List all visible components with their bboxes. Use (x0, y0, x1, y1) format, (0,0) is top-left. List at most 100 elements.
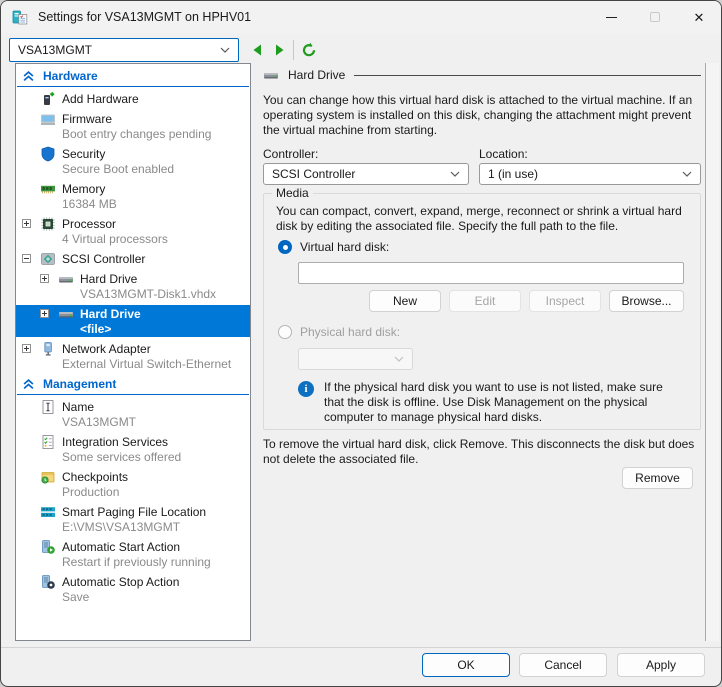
tree-item-row[interactable]: Automatic Start Action (16, 538, 250, 555)
cancel-button[interactable]: Cancel (519, 653, 607, 677)
chevron-down-icon (394, 356, 404, 362)
tree-expander-plus-icon[interactable] (40, 309, 58, 318)
close-icon: ✕ (694, 11, 705, 24)
media-group-label: Media (272, 186, 313, 200)
media-groupbox: Media You can compact, convert, expand, … (263, 193, 701, 430)
sidebar-item-automatic-stop-action[interactable]: Automatic Stop ActionSave (16, 573, 250, 605)
navigate-previous-button[interactable] (250, 42, 266, 58)
tree-item-label: Security (62, 147, 105, 161)
location-combobox[interactable]: 1 (in use) (479, 163, 701, 185)
tree-item-label: Hard Drive (80, 272, 137, 286)
tree-item-row[interactable]: Name (16, 398, 250, 415)
tree-item-row[interactable]: Integration Services (16, 433, 250, 450)
browse-button[interactable]: Browse... (609, 290, 684, 312)
sidebar-section-hardware[interactable]: Hardware (17, 67, 249, 87)
tree-item-row[interactable]: Memory (16, 180, 250, 197)
tree-item-subtitle: Restart if previously running (16, 555, 250, 570)
tree-item-row[interactable]: Smart Paging File Location (16, 503, 250, 520)
controller-value: SCSI Controller (272, 167, 450, 181)
collapse-chevron-icon[interactable] (23, 71, 34, 82)
remove-button[interactable]: Remove (622, 467, 693, 489)
controller-combobox[interactable]: SCSI Controller (263, 163, 469, 185)
tree-item-subtitle: Secure Boot enabled (16, 162, 250, 177)
tree-item-row[interactable]: SCSI Controller (16, 250, 250, 267)
sidebar-item-hard-drive[interactable]: Hard DriveVSA13MGMT-Disk1.vhdx (16, 270, 250, 302)
collapse-chevron-icon[interactable] (23, 379, 34, 390)
settings-window: Settings for VSA13MGMT on HPHV01 ✕ VSA13… (0, 0, 722, 687)
tree-item-row[interactable]: Processor (16, 215, 250, 232)
sidebar-item-name[interactable]: NameVSA13MGMT (16, 398, 250, 430)
tree-item-subtitle: Save (16, 590, 250, 605)
controller-label: Controller: (263, 147, 318, 161)
tree-item-label: Firmware (62, 112, 112, 126)
tree-expander-plus-icon[interactable] (22, 219, 40, 228)
tree-item-subtitle: Boot entry changes pending (16, 127, 250, 142)
ok-button[interactable]: OK (422, 653, 510, 677)
processor-icon (40, 216, 56, 232)
sidebar-item-smart-paging-file-location[interactable]: Smart Paging File LocationE:\VMS\VSA13MG… (16, 503, 250, 535)
info-text: If the physical hard disk you want to us… (324, 380, 686, 425)
new-button[interactable]: New (369, 290, 441, 312)
tree-expander-plus-icon[interactable] (40, 274, 58, 283)
vm-selector-combobox[interactable]: VSA13MGMT (9, 38, 239, 62)
close-button[interactable]: ✕ (677, 1, 721, 33)
hyperv-settings-icon (12, 9, 28, 25)
sidebar-item-processor[interactable]: Processor4 Virtual processors (16, 215, 250, 247)
tree-item-row[interactable]: Automatic Stop Action (16, 573, 250, 590)
media-text: You can compact, convert, expand, merge,… (276, 204, 690, 234)
tree-item-subtitle: Production (16, 485, 250, 500)
tree-item-subtitle: Some services offered (16, 450, 250, 465)
tree-item-row[interactable]: Network Adapter (16, 340, 250, 357)
tree-item-row[interactable]: Hard Drive (16, 270, 250, 287)
tree-item-row[interactable]: Security (16, 145, 250, 162)
refresh-button[interactable] (301, 42, 317, 58)
integration-services-icon (40, 434, 56, 450)
hard-drive-icon (58, 306, 74, 322)
chevron-down-icon (450, 171, 460, 177)
sidebar-item-checkpoints[interactable]: CheckpointsProduction (16, 468, 250, 500)
tree-item-label: Memory (62, 182, 105, 196)
tree-expander-plus-icon[interactable] (22, 344, 40, 353)
security-icon (40, 146, 56, 162)
tree-item-label: Name (62, 400, 94, 414)
tree-item-label: Add Hardware (62, 92, 139, 106)
pane-title: Hard Drive (288, 68, 345, 82)
sidebar-item-security[interactable]: SecuritySecure Boot enabled (16, 145, 250, 177)
vm-selector-value: VSA13MGMT (18, 43, 220, 57)
tree-item-subtitle: 4 Virtual processors (16, 232, 250, 247)
sidebar-item-scsi-controller[interactable]: SCSI Controller (16, 250, 250, 267)
minimize-button[interactable] (589, 1, 633, 33)
pane-scrollbar-track[interactable] (705, 63, 719, 641)
vhd-path-input[interactable] (298, 262, 684, 284)
tree-item-row[interactable]: Hard Drive (16, 305, 250, 322)
minimize-icon (606, 17, 617, 18)
physical-disk-combobox (298, 348, 413, 370)
intro-text: You can change how this virtual hard dis… (263, 93, 707, 138)
tree-item-row[interactable]: Add Hardware (16, 90, 250, 107)
chevron-down-icon (682, 171, 692, 177)
navigate-next-button[interactable] (271, 42, 287, 58)
maximize-icon (650, 12, 660, 22)
apply-button[interactable]: Apply (617, 653, 705, 677)
sidebar-item-integration-services[interactable]: Integration ServicesSome services offere… (16, 433, 250, 465)
sidebar-item-memory[interactable]: Memory16384 MB (16, 180, 250, 212)
radio-selected-icon (278, 240, 292, 254)
sidebar-section-management[interactable]: Management (17, 375, 249, 395)
sidebar-item-automatic-start-action[interactable]: Automatic Start ActionRestart if previou… (16, 538, 250, 570)
name-icon (40, 399, 56, 415)
tree-item-subtitle: VSA13MGMT (16, 415, 250, 430)
tree-item-row[interactable]: Checkpoints (16, 468, 250, 485)
tree-item-row[interactable]: Firmware (16, 110, 250, 127)
sidebar-item-add-hardware[interactable]: Add Hardware (16, 90, 250, 107)
sidebar-item-hard-drive[interactable]: Hard Drive<file> (16, 305, 250, 337)
virtual-hard-disk-radio[interactable]: Virtual hard disk: (278, 240, 389, 254)
auto-start-icon (40, 539, 56, 555)
sidebar-item-firmware[interactable]: FirmwareBoot entry changes pending (16, 110, 250, 142)
tree-expander-minus-icon[interactable] (22, 254, 40, 263)
info-icon: i (298, 381, 314, 397)
sidebar-item-network-adapter[interactable]: Network AdapterExternal Virtual Switch-E… (16, 340, 250, 372)
chevron-down-icon (220, 47, 230, 53)
hardware-tree: Hardware Add Hardware FirmwareBoot entry c… (15, 63, 251, 641)
firmware-icon (40, 111, 56, 127)
header-rule (354, 75, 701, 76)
